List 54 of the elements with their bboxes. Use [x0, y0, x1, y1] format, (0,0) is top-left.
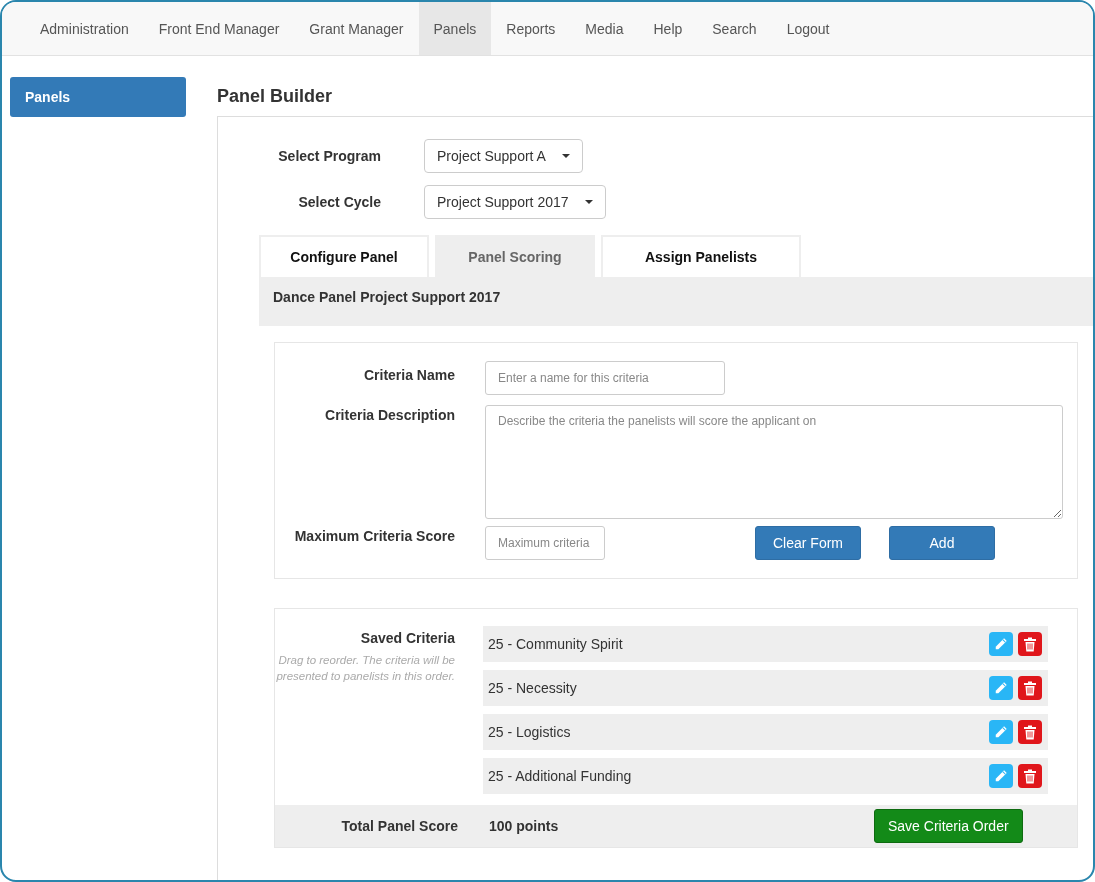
criteria-text: 25 - Necessity [488, 680, 578, 696]
total-value: 100 points [489, 818, 560, 834]
pencil-icon [994, 769, 1008, 783]
sidebar-item[interactable]: Panels [10, 77, 186, 117]
criteria-name-field[interactable]: Enter a name for this criteria [485, 361, 725, 395]
criteria-row[interactable]: 25 - Necessity [483, 670, 1048, 706]
trash-icon [1023, 636, 1037, 652]
delete-button[interactable] [1018, 676, 1042, 700]
caret-icon [584, 200, 593, 204]
criteria-row[interactable]: 25 - Additional Funding [483, 758, 1048, 794]
criteria-text: 25 - Community Spirit [488, 636, 624, 652]
nav-item[interactable]: Front End Manager [143, 2, 295, 55]
criteria-text: 25 - Additional Funding [488, 768, 633, 784]
pencil-icon [994, 681, 1008, 695]
delete-button[interactable] [1018, 764, 1042, 788]
nav-item[interactable]: Administration [25, 2, 144, 55]
dropdown[interactable]: Project Support 2017 [424, 185, 606, 219]
pencil-icon [994, 637, 1008, 651]
field-label: Criteria Name [362, 367, 455, 383]
clear-form-button[interactable]: Clear Form [755, 526, 861, 560]
select-label: Select Cycle [297, 194, 381, 210]
nav-item[interactable]: Media [570, 2, 639, 55]
max-score-field[interactable]: Maximum criteria [485, 526, 605, 560]
total-label: Total Panel Score [340, 818, 458, 834]
criteria-text: 25 - Logistics [488, 724, 572, 740]
panel-heading: Dance Panel Project Support 2017 [259, 277, 1093, 326]
trash-icon [1023, 680, 1037, 696]
saved-criteria-label: Saved Criteria [359, 630, 455, 646]
trash-icon [1023, 724, 1037, 740]
save-criteria-order-button[interactable]: Save Criteria Order [874, 809, 1023, 843]
nav-item[interactable]: Grant Manager [294, 2, 419, 55]
page-title: Panel Builder [217, 86, 334, 107]
drag-hint-text: Drag to reorder. The criteria will be presented to panelists in this order. [275, 653, 455, 684]
trash-icon [1023, 768, 1037, 784]
delete-button[interactable] [1018, 632, 1042, 656]
field-label: Criteria Description [324, 407, 455, 423]
select-label: Select Program [277, 148, 381, 164]
criteria-row[interactable]: 25 - Community Spirit [483, 626, 1048, 662]
tab[interactable]: Assign Panelists [601, 235, 801, 277]
dropdown[interactable]: Project Support A [424, 139, 583, 173]
field-label: Maximum Criteria Score [293, 528, 455, 544]
tab[interactable]: Configure Panel [259, 235, 429, 277]
pencil-icon [994, 725, 1008, 739]
nav-item[interactable]: Reports [491, 2, 571, 55]
add-button[interactable]: Add [889, 526, 995, 560]
nav-item[interactable]: Logout [771, 2, 845, 55]
tab[interactable]: Panel Scoring [435, 235, 595, 277]
nav-item[interactable]: Panels [418, 2, 492, 55]
caret-icon [561, 154, 570, 158]
criteria-row[interactable]: 25 - Logistics [483, 714, 1048, 750]
criteria-description-field[interactable]: Describe the criteria the panelists will score the applicant on [485, 405, 1063, 519]
nav-item[interactable]: Help [638, 2, 698, 55]
delete-button[interactable] [1018, 720, 1042, 744]
nav-item[interactable]: Search [697, 2, 772, 55]
